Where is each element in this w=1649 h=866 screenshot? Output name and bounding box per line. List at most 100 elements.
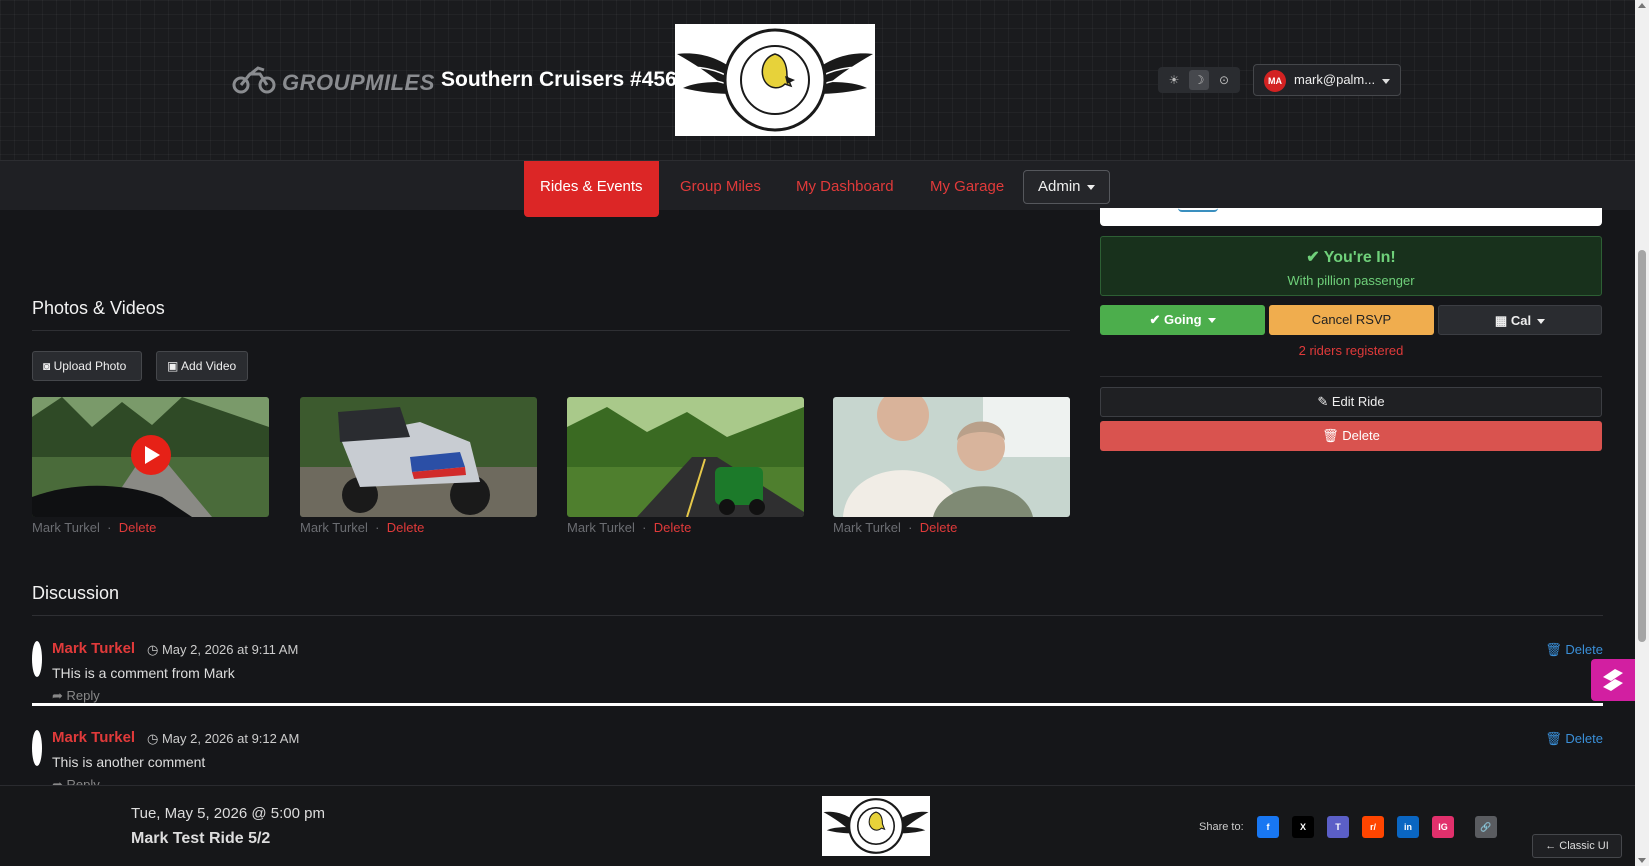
motorcycle-logo-icon bbox=[232, 66, 276, 94]
chevron-down-icon bbox=[1537, 319, 1546, 325]
divider bbox=[32, 615, 1603, 616]
club-logo-small-graphic bbox=[823, 798, 929, 854]
photo-thumbnail[interactable] bbox=[833, 397, 1070, 517]
cancel-rsvp-button[interactable]: Cancel RSVP bbox=[1269, 305, 1434, 335]
edit-ride-button[interactable]: ✎ Edit Ride bbox=[1100, 387, 1602, 417]
separator: · bbox=[107, 520, 112, 535]
comment: Mark Turkel ◷ May 2, 2026 at 9:11 AM THi… bbox=[32, 638, 1603, 718]
avatar bbox=[32, 730, 42, 766]
going-label: Going bbox=[1163, 312, 1202, 327]
avatar: MA bbox=[1264, 70, 1286, 92]
floating-widget-button[interactable] bbox=[1591, 659, 1635, 701]
discussion-heading: Discussion bbox=[32, 583, 120, 603]
delete-media-link[interactable]: Delete bbox=[920, 520, 958, 535]
page-scrollbar[interactable] bbox=[1635, 0, 1649, 866]
video-thumbnail[interactable] bbox=[32, 397, 269, 517]
delete-ride-button[interactable]: 🗑 Delete bbox=[1100, 421, 1602, 451]
ride-date: Tue, May 5, 2026 @ 5:00 pm bbox=[131, 805, 325, 822]
edit-ride-label: Edit Ride bbox=[1331, 394, 1385, 409]
share-teams-button[interactable]: T bbox=[1327, 816, 1349, 838]
media-meta: Mark Turkel · Delete bbox=[32, 520, 156, 535]
comment-date: May 2, 2026 at 9:12 AM bbox=[161, 731, 300, 746]
reply-icon: ➦ bbox=[52, 688, 67, 703]
road-photo bbox=[567, 397, 804, 517]
reply-button[interactable]: ➦ Reply bbox=[52, 688, 100, 704]
chevron-down-icon bbox=[1086, 184, 1095, 190]
divider bbox=[1100, 376, 1602, 377]
comment-separator bbox=[32, 703, 1603, 706]
nav-item-group-miles[interactable]: Group Miles bbox=[664, 161, 777, 217]
classic-ui-button[interactable]: ← Classic UI bbox=[1532, 834, 1622, 858]
ride-info-card bbox=[1100, 208, 1602, 226]
photo-thumbnail[interactable] bbox=[567, 397, 804, 517]
share-x-button[interactable]: X bbox=[1292, 816, 1314, 838]
calendar-dropdown-button[interactable]: ▦ Cal bbox=[1438, 305, 1602, 335]
admin-label: Admin bbox=[1038, 178, 1081, 195]
nav-item-my-dashboard[interactable]: My Dashboard bbox=[780, 161, 910, 217]
check-icon: ✔ bbox=[1149, 312, 1164, 327]
comment-date: May 2, 2026 at 9:11 AM bbox=[161, 642, 299, 657]
admin-dropdown[interactable]: Admin bbox=[1023, 170, 1110, 204]
upload-photo-button[interactable]: ◙ Upload Photo bbox=[32, 351, 142, 381]
riders-selfie-photo bbox=[833, 397, 1070, 517]
chevron-down-icon bbox=[1207, 318, 1216, 324]
club-logo-graphic bbox=[677, 28, 873, 132]
scrollbar-thumb[interactable] bbox=[1638, 250, 1646, 642]
scroll-up-arrow-icon[interactable] bbox=[1638, 3, 1646, 8]
comment-author[interactable]: Mark Turkel bbox=[52, 729, 135, 746]
photos-heading: Photos & Videos bbox=[32, 298, 165, 318]
comment-author[interactable]: Mark Turkel bbox=[52, 640, 135, 657]
trash-icon: 🗑 bbox=[1545, 642, 1566, 657]
nav-item-rides-events[interactable]: Rides & Events bbox=[524, 161, 659, 217]
trash-icon: 🗑 bbox=[1322, 428, 1343, 443]
media-author: Mark Turkel bbox=[32, 520, 100, 535]
sun-icon[interactable]: ☀ bbox=[1164, 70, 1184, 90]
user-email: mark@palm... bbox=[1294, 72, 1376, 87]
theme-switcher: ☀ ☽ ⊙ bbox=[1158, 67, 1240, 93]
photo-thumbnail[interactable] bbox=[300, 397, 537, 517]
delete-media-link[interactable]: Delete bbox=[119, 520, 157, 535]
rsvp-status-title: You're In! bbox=[1323, 249, 1396, 266]
brand-wordmark[interactable]: GROUPMILES bbox=[282, 70, 435, 96]
share-reddit-button[interactable]: r/ bbox=[1362, 816, 1384, 838]
moon-icon[interactable]: ☽ bbox=[1189, 70, 1209, 90]
map-fragment bbox=[1178, 208, 1218, 212]
media-meta: Mark Turkel · Delete bbox=[567, 520, 691, 535]
copy-link-button[interactable]: 🔗 bbox=[1475, 816, 1497, 838]
separator: · bbox=[642, 520, 647, 535]
delete-media-link[interactable]: Delete bbox=[387, 520, 425, 535]
auto-icon[interactable]: ⊙ bbox=[1214, 70, 1234, 90]
sticky-footer: Tue, May 5, 2026 @ 5:00 pm Mark Test Rid… bbox=[0, 785, 1635, 866]
media-author: Mark Turkel bbox=[300, 520, 368, 535]
user-menu-button[interactable]: MA mark@palm... bbox=[1253, 64, 1401, 96]
delete-comment-label: Delete bbox=[1565, 642, 1603, 657]
delete-ride-label: Delete bbox=[1342, 428, 1380, 443]
comment-text: THis is a comment from Mark bbox=[52, 665, 235, 681]
delete-comment-button[interactable]: 🗑 Delete bbox=[1545, 642, 1603, 658]
club-title: Southern Cruisers #456 bbox=[441, 68, 677, 91]
share-facebook-button[interactable]: f bbox=[1257, 816, 1279, 838]
add-video-label: Add Video bbox=[181, 359, 237, 373]
cal-label: Cal bbox=[1510, 313, 1532, 328]
delete-media-link[interactable]: Delete bbox=[654, 520, 692, 535]
scroll-down-arrow-icon[interactable] bbox=[1638, 858, 1646, 863]
ride-title: Mark Test Ride 5/2 bbox=[131, 830, 271, 847]
delete-comment-button[interactable]: 🗑 Delete bbox=[1545, 731, 1603, 747]
share-label: Share to: bbox=[1199, 821, 1244, 833]
edit-icon: ✎ bbox=[1317, 394, 1332, 409]
media-meta: Mark Turkel · Delete bbox=[833, 520, 957, 535]
film-icon: ▣ bbox=[167, 359, 182, 373]
going-dropdown-button[interactable]: ✔ Going bbox=[1100, 305, 1265, 335]
add-video-button[interactable]: ▣ Add Video bbox=[156, 351, 248, 381]
share-instagram-button[interactable]: IG bbox=[1432, 816, 1454, 838]
site-header: GROUPMILES Southern Cruisers #456 ☀ ☽ ⊙ … bbox=[0, 0, 1635, 160]
comment-timestamp: ◷ May 2, 2026 at 9:12 AM bbox=[147, 731, 299, 747]
share-linkedin-button[interactable]: in bbox=[1397, 816, 1419, 838]
nav-item-my-garage[interactable]: My Garage bbox=[914, 161, 1020, 217]
club-logo bbox=[675, 24, 875, 136]
video-thumbnail-image bbox=[32, 397, 269, 517]
trash-icon: 🗑 bbox=[1545, 731, 1566, 746]
camera-icon: ◙ bbox=[43, 359, 54, 373]
motorcycle-photo bbox=[300, 397, 537, 517]
calendar-icon: ▦ bbox=[1494, 313, 1511, 328]
